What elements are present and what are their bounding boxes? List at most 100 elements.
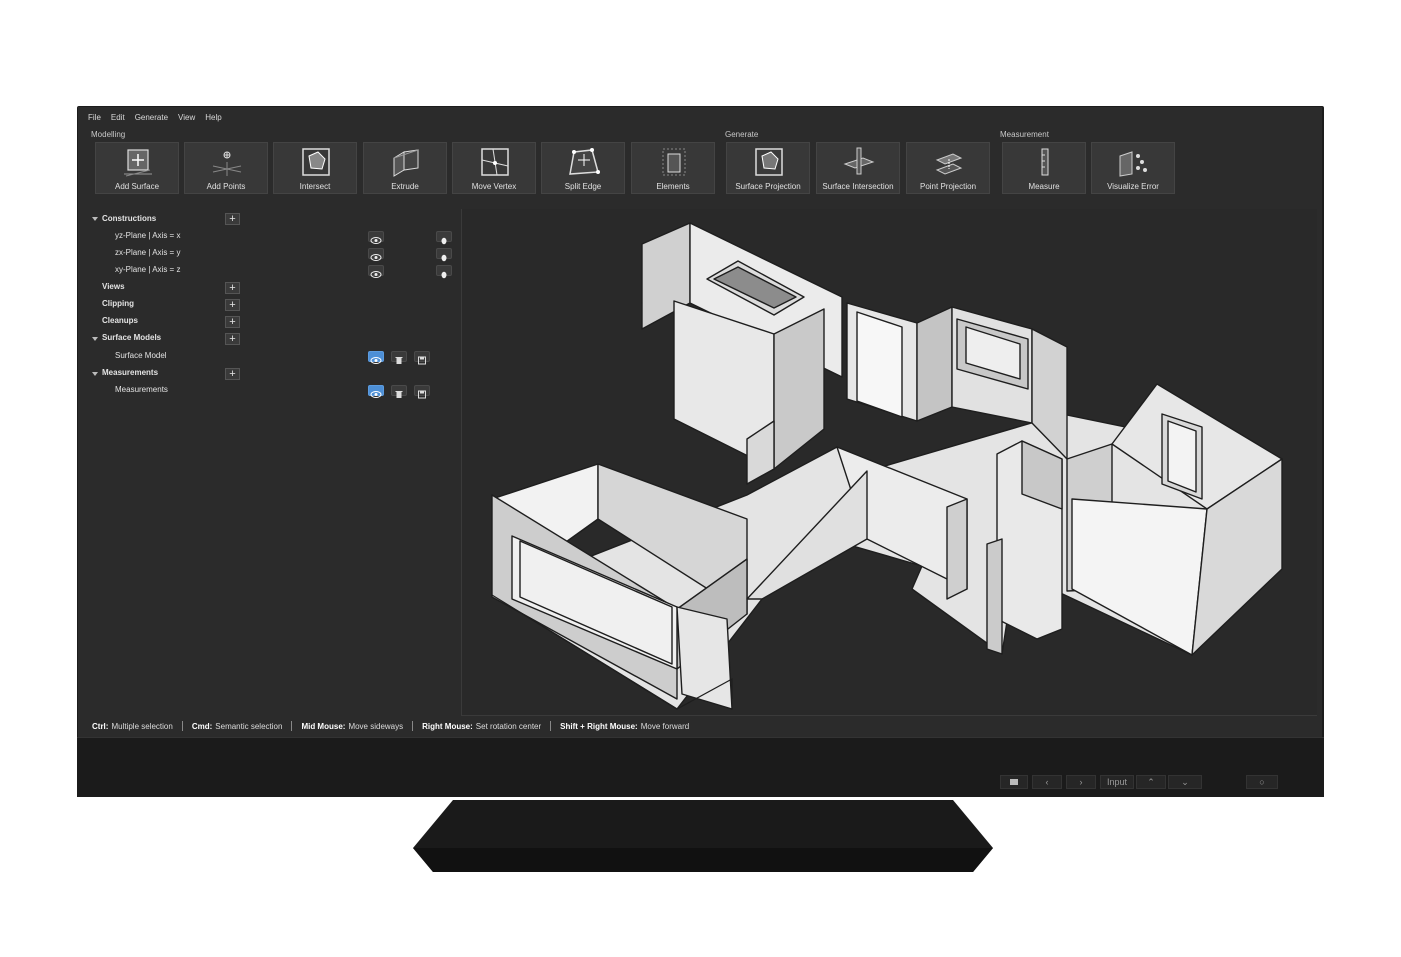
elements-icon [662,148,686,176]
measurements-delete-button[interactable] [391,385,407,398]
3d-viewport[interactable] [461,209,1317,716]
yz-plane-visibility-toggle[interactable] [368,231,384,244]
status-hint-shift-right-mouse: Shift + Right Mouse: Move forward [560,722,689,731]
measure-label: Measure [1028,182,1060,191]
point-projection-button[interactable]: Point Projection [906,142,990,194]
surface-model-visibility-toggle[interactable] [368,351,384,364]
measure-icon [1041,148,1049,176]
extrude-button[interactable]: Extrude [363,142,447,194]
status-separator [181,721,183,731]
visualize-error-button[interactable]: Visualize Error [1091,142,1175,194]
menu-generate[interactable]: Generate [135,111,168,125]
measurements-caret-icon[interactable] [92,372,98,376]
measurements-visibility-toggle[interactable] [368,385,384,398]
scene-tree-panel: Constructions + yz-Plane | Axis = x zx-P… [78,207,460,715]
monitor-left-button[interactable]: ‹ [1032,775,1062,789]
xy-plane-style-toggle[interactable] [436,265,452,279]
status-key: Mid Mouse: [301,721,346,731]
intersect-icon [302,148,330,176]
extrude-label: Extrude [391,182,419,191]
eye-icon [370,357,382,364]
point-projection-label: Point Projection [919,182,977,191]
tree-item-xy-plane[interactable]: xy-Plane | Axis = z [115,262,180,278]
tree-cleanups[interactable]: Cleanups [102,313,138,329]
menu-view[interactable]: View [178,111,195,125]
surface-models-caret-icon[interactable] [92,337,98,341]
add-points-button[interactable]: Add Points [184,142,268,194]
xy-plane-visibility-toggle[interactable] [368,265,384,278]
intersect-label: Intersect [299,182,331,191]
tree-views[interactable]: Views [102,279,125,295]
status-bar: Ctrl: Multiple selection Cmd: Semantic sel… [78,718,1322,734]
add-view-button[interactable]: + [225,282,240,294]
split-edge-icon [569,148,600,175]
tree-item-yz-plane[interactable]: yz-Plane | Axis = x [115,228,180,244]
elements-button[interactable]: Elements [631,142,715,194]
move-vertex-icon [481,148,509,176]
intersect-button[interactable]: Intersect [273,142,357,194]
tree-constructions[interactable]: Constructions [102,211,156,227]
add-surface-icon [124,149,152,177]
surface-projection-label: Surface Projection [735,182,801,191]
move-vertex-label: Move Vertex [471,182,517,191]
surface-projection-button[interactable]: Surface Projection [726,142,810,194]
add-surface-button[interactable]: Add Surface [95,142,179,194]
measurements-save-button[interactable] [414,385,430,399]
group-label-modelling: Modelling [91,130,126,139]
add-construction-button[interactable]: + [225,213,240,225]
visualize-error-label: Visualize Error [1107,182,1159,191]
menubar: File Edit Generate View Help [88,111,222,125]
tree-measurements[interactable]: Measurements [102,365,158,381]
status-text: Multiple selection [111,721,173,731]
tree-item-surface-model[interactable]: Surface Model [115,348,167,364]
status-text: Semantic selection [215,721,283,731]
monitor-up-button[interactable]: ⌃ [1136,775,1166,789]
measure-button[interactable]: Measure [1002,142,1086,194]
tree-item-zx-plane[interactable]: zx-Plane | Axis = y [115,245,180,261]
status-hint-right-mouse: Right Mouse: Set rotation center [422,722,541,731]
split-edge-button[interactable]: Split Edge [541,142,625,194]
menu-file[interactable]: File [88,111,101,125]
tree-item-measurements[interactable]: Measurements [115,382,168,398]
add-surface-model-button[interactable]: + [225,333,240,345]
eye-icon [370,237,382,244]
status-key: Right Mouse: [422,721,473,731]
zx-plane-visibility-toggle[interactable] [368,248,384,261]
extrude-icon [393,149,419,177]
zx-plane-style-toggle[interactable] [436,248,452,262]
drop-icon [441,271,447,279]
monitor-input-button[interactable]: Input [1100,775,1134,789]
tree-clipping[interactable]: Clipping [102,296,134,312]
monitor-right-button[interactable]: › [1066,775,1096,789]
status-hint-ctrl: Ctrl: Multiple selection [92,722,173,731]
elements-label: Elements [656,182,690,191]
eye-icon [370,271,382,278]
surface-intersection-button[interactable]: Surface Intersection [816,142,900,194]
add-points-label: Add Points [206,182,246,191]
status-text: Move forward [640,721,690,731]
menu-help[interactable]: Help [205,111,221,125]
status-hint-mid-mouse: Mid Mouse: Move sideways [301,722,403,731]
drop-icon [441,237,447,245]
add-measurement-button[interactable]: + [225,368,240,380]
menu-edit[interactable]: Edit [111,111,125,125]
monitor-power-button[interactable]: ○ [1246,775,1278,789]
eye-icon [370,391,382,398]
app-window: File Edit Generate View Help Modelling G… [78,107,1322,737]
monitor-down-button[interactable]: ⌄ [1168,775,1202,789]
monitor-power-indicator[interactable] [1000,775,1028,789]
add-cleanup-button[interactable]: + [225,316,240,328]
tree-surface-models[interactable]: Surface Models [102,330,161,346]
surface-model-delete-button[interactable] [391,351,407,364]
status-text: Move sideways [348,721,404,731]
surface-model-save-button[interactable] [414,351,430,365]
add-clipping-button[interactable]: + [225,299,240,311]
yz-plane-style-toggle[interactable] [436,231,452,245]
status-separator [550,721,552,731]
save-icon [418,390,426,399]
status-separator [291,721,293,731]
surface-intersection-icon [843,147,875,175]
constructions-caret-icon[interactable] [92,217,98,221]
move-vertex-button[interactable]: Move Vertex [452,142,536,194]
status-text: Set rotation center [475,721,542,731]
